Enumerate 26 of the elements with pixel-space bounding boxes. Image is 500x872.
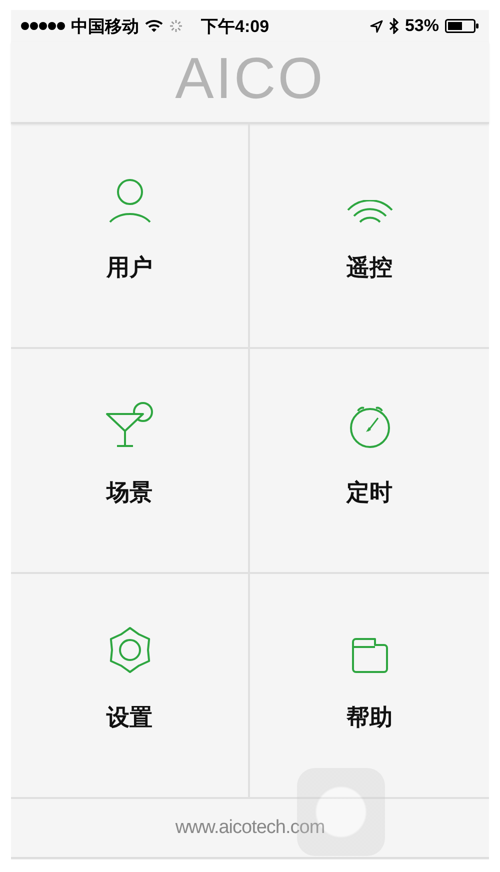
battery-percent: 53% [404, 16, 439, 36]
wifi-icon [145, 19, 163, 33]
app-logo: AICO [175, 48, 325, 110]
user-icon [108, 178, 152, 224]
signal-waves-icon [346, 200, 394, 224]
signal-icon [21, 21, 65, 31]
folder-icon [350, 636, 388, 674]
battery-icon [445, 19, 479, 33]
menu-tile[interactable]: 场景 [11, 349, 250, 574]
menu-tile[interactable]: 帮助 [250, 574, 489, 799]
tile-label: 帮助 [346, 703, 392, 732]
tile-label: 用户 [106, 253, 152, 282]
cocktail-glass-icon [104, 401, 154, 449]
menu-tile[interactable]: 定时 [250, 349, 489, 574]
spinner-icon [169, 19, 183, 33]
bluetooth-icon [388, 18, 399, 34]
menu-tile[interactable]: 设置 [11, 574, 250, 799]
menu-tile[interactable]: 遥控 [250, 124, 489, 349]
tile-label: 设置 [106, 703, 152, 732]
location-arrow-icon [370, 20, 383, 32]
tile-label: 遥控 [346, 253, 392, 282]
status-time: 下午4:09 [201, 16, 270, 38]
carrier-name: 中国移动 [71, 16, 139, 38]
menu-tile[interactable]: 用户 [11, 124, 250, 349]
tile-label: 场景 [106, 478, 152, 507]
tile-label: 定时 [346, 478, 392, 507]
